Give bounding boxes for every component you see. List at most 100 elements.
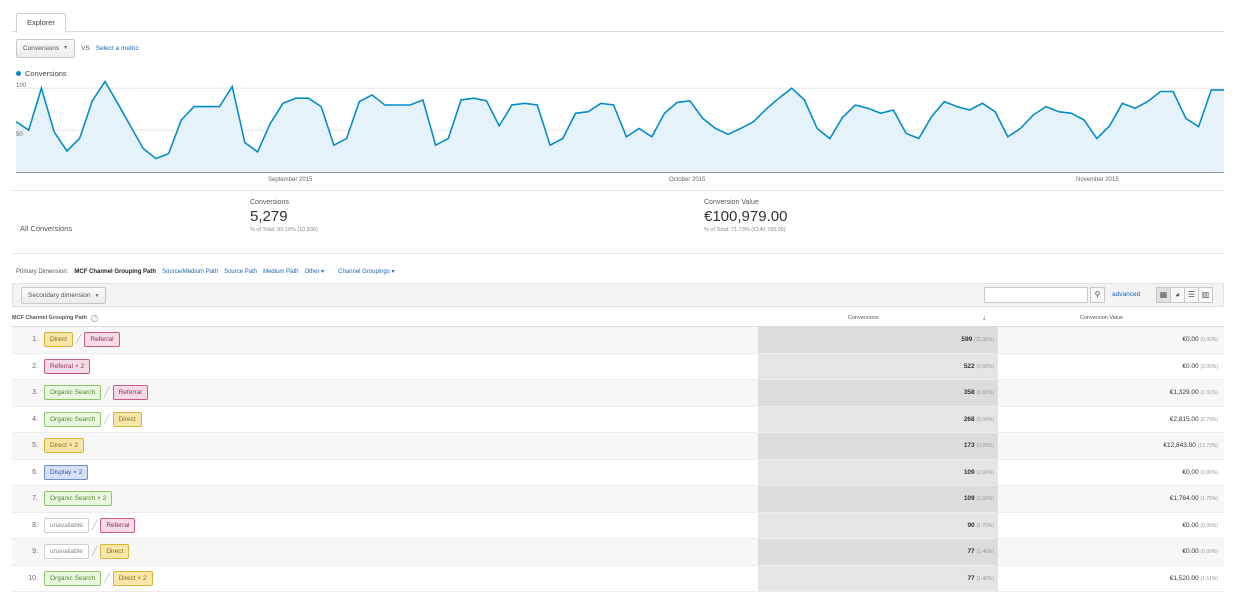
help-icon[interactable]: ?	[91, 315, 99, 322]
table-row[interactable]: 5. Direct × 2 173 (3.28%) €12,843.00 (12.72…	[12, 433, 1224, 460]
header-conversions[interactable]: Conversions	[848, 315, 879, 321]
table-row[interactable]: 9. unavailable ╱ Direct 77 (1.46%) €0.00 (0.0…	[12, 539, 1224, 566]
conversion-value-amount: €0.00	[1182, 548, 1199, 555]
conversions-count: 268	[963, 415, 975, 423]
conversion-value-percent: (0.00%)	[1200, 522, 1218, 529]
kpi-conversion-value: Conversion Value €100,979.00 % of Total:…	[704, 199, 787, 233]
conversions-count: 173	[963, 442, 975, 449]
path-separator-icon: ╱	[91, 546, 98, 556]
row-rank: 7.	[32, 495, 38, 502]
channel-chip[interactable]: Organic Search × 2	[44, 491, 113, 506]
conversions-value: 599 (11.35%)	[942, 336, 994, 343]
channel-chip[interactable]: Organic Search	[44, 385, 102, 400]
channel-chip[interactable]: unavailable	[44, 544, 89, 559]
path-separator-icon: ╱	[104, 572, 110, 583]
chevron-down-icon: ▼	[94, 292, 100, 299]
dimension-channel-groupings[interactable]: Channel Groupings ▾	[338, 268, 394, 275]
conversions-value: 109 (2.06%)	[942, 495, 994, 502]
channel-chip[interactable]: Organic Search	[44, 411, 102, 427]
channel-chip[interactable]: Referral × 2	[44, 358, 91, 374]
conversions-value: 77 (1.46%)	[942, 548, 994, 555]
row-rank: 6.	[32, 468, 38, 476]
table-row[interactable]: 10. Organic Search ╱ Direct × 2 77 (1.46%) €1…	[12, 565, 1224, 592]
comparison-view-icon[interactable]: ▥	[1198, 287, 1213, 303]
conversions-percent: (5.04%)	[976, 416, 994, 423]
channel-chip[interactable]: Referral	[84, 332, 120, 347]
dimension-source-path[interactable]: Source Path	[224, 269, 257, 275]
y-tick-label: 50	[16, 132, 23, 138]
metric-dropdown[interactable]: Conversions ▼	[16, 38, 76, 58]
table-search-input[interactable]	[984, 287, 1088, 303]
conversion-value-amount: €0.00	[1182, 468, 1199, 476]
conversion-value: €0.00 (0.00%)	[1112, 548, 1218, 555]
table-view-icon[interactable]: ▦	[1156, 287, 1171, 303]
pie-view-icon[interactable]: ◕	[1170, 287, 1185, 303]
conversions-percent: (1.70%)	[976, 522, 994, 529]
select-metric-link[interactable]: Select a metric	[96, 45, 139, 52]
summary-panel: All Conversions Conversions 5,279 % of T…	[12, 190, 1224, 254]
conversion-value: €0.00 (0.00%)	[1112, 469, 1218, 476]
table-row[interactable]: 2. Referral × 2 522 (9.89%) €0.00 (0.00%)	[12, 353, 1224, 380]
secondary-dimension-dropdown[interactable]: Secondary dimension ▼	[21, 287, 107, 304]
conversion-value: €1,764.00 (1.75%)	[1112, 495, 1218, 502]
dimension-medium-path[interactable]: Medium Path	[263, 269, 298, 275]
kpi-sub: % of Total: 71.73% (€140,783.00)	[704, 227, 786, 233]
conversion-value: €0.00 (0.00%)	[1112, 522, 1218, 529]
conversion-value-amount: €0.00	[1182, 336, 1199, 343]
channel-chip[interactable]: Display × 2	[44, 464, 89, 480]
channel-chip[interactable]: Direct × 2	[112, 570, 153, 586]
channel-chip[interactable]: Direct	[44, 332, 73, 347]
conversions-percent: (11.35%)	[974, 337, 994, 343]
conversions-percent: (2.06%)	[976, 469, 994, 476]
view-switcher: ▦ ◕ ☰ ▥	[1156, 287, 1213, 303]
series-area	[16, 81, 1224, 172]
conversion-value: €2,815.00 (2.79%)	[1112, 416, 1218, 423]
tab-explorer[interactable]: Explorer	[16, 13, 66, 33]
y-tick-label: 100	[16, 83, 27, 89]
table-row[interactable]: 3. Organic Search ╱ Referral 358 (6.93%) €1,3…	[12, 380, 1224, 407]
channel-chip[interactable]: Organic Search	[44, 570, 102, 586]
channel-chip[interactable]: Direct	[100, 544, 130, 559]
table-toolbar: Secondary dimension ▼ ⚲ advanced ▦ ◕ ☰ ▥	[12, 283, 1224, 307]
table-row[interactable]: 1. Direct ╱ Referral 599 (11.35%) €0.00 (0.00…	[12, 327, 1224, 354]
table-row[interactable]: 7. Organic Search × 2 109 (2.06%) €1,764.00…	[12, 486, 1224, 513]
performance-view-icon[interactable]: ☰	[1184, 287, 1199, 303]
conversions-count: 109	[963, 468, 975, 476]
table-row[interactable]: 6. Display × 2 109 (2.06%) €0.00 (0.00%)	[12, 459, 1224, 486]
conversion-value-percent: (0.00%)	[1200, 549, 1218, 555]
search-icon[interactable]: ⚲	[1090, 287, 1105, 303]
table-body: 1. Direct ╱ Referral 599 (11.35%) €0.00 (0.00…	[12, 327, 1224, 592]
legend-label: Conversions	[25, 69, 67, 78]
header-conversion-value[interactable]: Conversion Value	[1080, 315, 1123, 321]
advanced-filter-link[interactable]: advanced	[1112, 291, 1140, 298]
table-row[interactable]: 8. unavailable ╱ Referral 90 (1.70%) €0.00 (0…	[12, 512, 1224, 539]
channel-path: unavailable ╱ Referral	[44, 517, 136, 533]
kpi-label: Conversions	[250, 199, 289, 206]
conversions-value: 173 (3.28%)	[942, 442, 994, 449]
conversion-value: €0.00 (0.00%)	[1112, 336, 1218, 343]
primary-dimension-bar: Primary Dimension: MCF Channel Grouping …	[16, 268, 395, 276]
kpi-value: 5,279	[250, 208, 288, 225]
channel-chip[interactable]: Direct	[112, 411, 142, 427]
conversion-value-amount: €1,764.00	[1169, 495, 1199, 502]
series-dot-icon	[16, 71, 21, 76]
dimension-source-medium-path[interactable]: Source/Medium Path	[162, 269, 218, 275]
conversion-value-percent: (1.75%)	[1200, 496, 1218, 502]
conversions-count: 109	[963, 495, 975, 502]
channel-chip[interactable]: Direct × 2	[44, 438, 84, 453]
dimension-other[interactable]: Other ▾	[304, 268, 324, 275]
channel-chip[interactable]: Referral	[112, 385, 148, 400]
path-separator-icon: ╱	[91, 519, 98, 530]
dimension-mcf-channel-grouping-path[interactable]: MCF Channel Grouping Path	[74, 269, 156, 275]
conversions-chart[interactable]: 100 50 September 2015 October 2015 Novem…	[16, 80, 1224, 188]
table-row[interactable]: 4. Organic Search ╱ Direct 268 (5.04%) €2,815…	[12, 406, 1224, 433]
sort-descending-icon[interactable]: ↓	[982, 313, 986, 322]
channel-path: unavailable ╱ Direct	[44, 544, 130, 559]
metric-bar: Conversions ▼ VS Select a metric	[16, 38, 139, 58]
channel-chip[interactable]: Referral	[100, 517, 136, 533]
x-tick-label: October 2015	[669, 177, 706, 183]
chevron-down-icon: ▼	[63, 45, 69, 51]
conversion-value: €1,520.00 (1.51%)	[1112, 575, 1218, 582]
channel-chip[interactable]: unavailable	[44, 517, 89, 533]
conversion-value-percent: (12.72%)	[1197, 443, 1218, 449]
